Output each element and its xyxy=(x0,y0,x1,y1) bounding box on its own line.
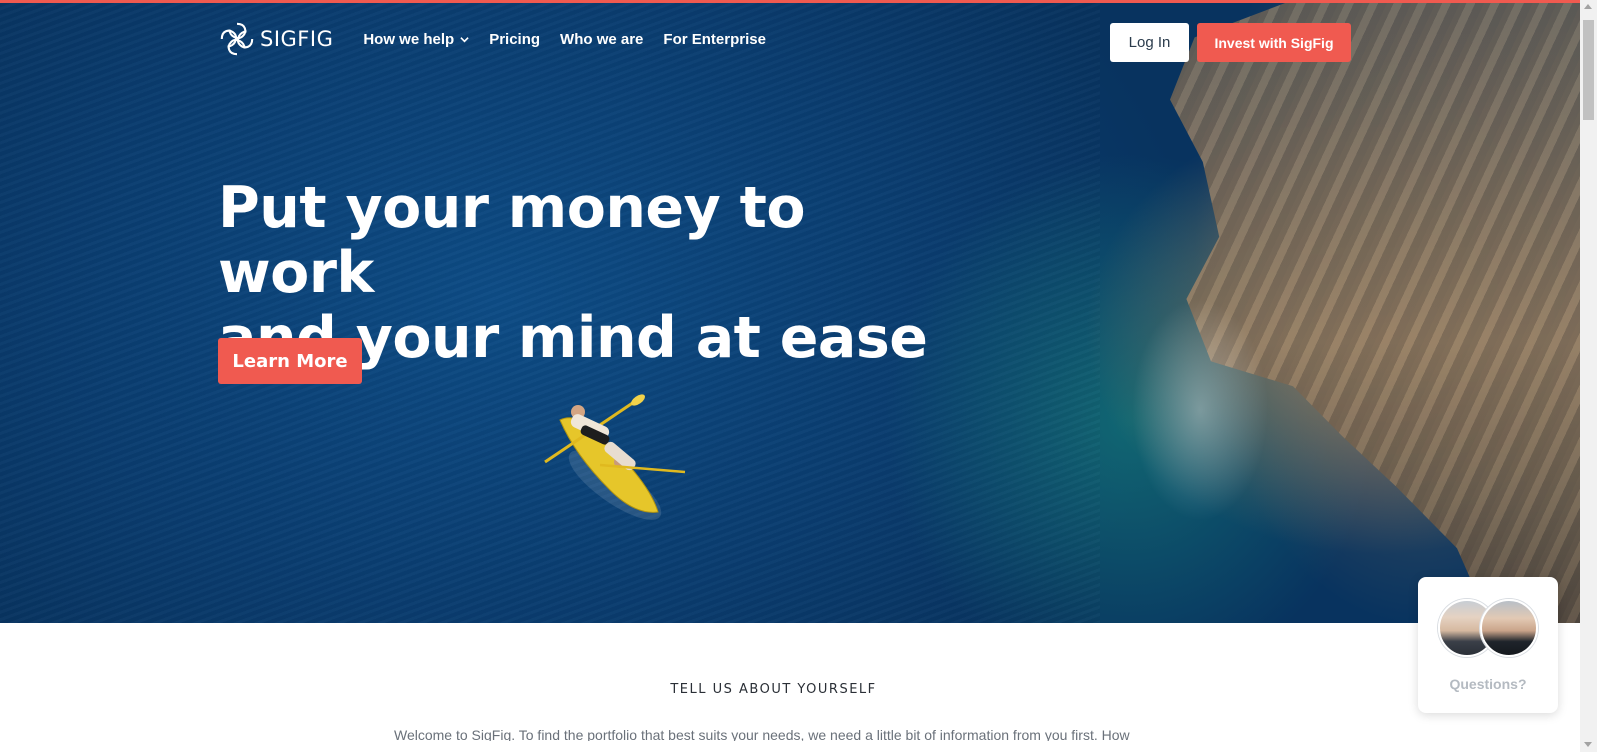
nav-pricing[interactable]: Pricing xyxy=(489,31,540,48)
section-title: TELL US ABOUT YOURSELF xyxy=(670,682,877,697)
advisor-avatar xyxy=(1480,599,1538,657)
chevron-down-icon xyxy=(460,36,469,42)
hero-headline-line1: Put your money to work xyxy=(218,175,806,306)
chat-widget[interactable]: Questions? xyxy=(1418,577,1558,713)
chat-label: Questions? xyxy=(1449,676,1527,692)
nav-for-enterprise[interactable]: For Enterprise xyxy=(663,31,766,48)
sigfig-logo-icon xyxy=(220,22,254,56)
nav-who-we-are[interactable]: Who we are xyxy=(560,31,643,48)
scroll-down-arrow-icon[interactable] xyxy=(1584,742,1592,747)
invest-button[interactable]: Invest with SigFig xyxy=(1197,23,1351,62)
nav-how-we-help[interactable]: How we help xyxy=(363,31,469,48)
intro-paragraph-text: Welcome to SigFig. To find the portfolio… xyxy=(394,727,1130,741)
nav-how-we-help-label: How we help xyxy=(363,30,455,48)
scroll-up-arrow-icon[interactable] xyxy=(1584,4,1592,9)
intro-paragraph: Welcome to SigFig. To find the portfolio… xyxy=(394,727,1194,741)
top-accent-bar xyxy=(0,0,1580,3)
scrollbar-thumb[interactable] xyxy=(1583,20,1594,120)
kayak-image xyxy=(544,394,686,520)
brand-name: SIGFIG xyxy=(260,27,334,51)
learn-more-button[interactable]: Learn More xyxy=(218,338,362,384)
login-button[interactable]: Log In xyxy=(1110,23,1189,62)
brand-logo[interactable]: SIGFIG xyxy=(218,20,333,58)
sea-foam xyxy=(1120,280,1280,540)
top-navigation: SIGFIG How we help Pricing Who we are Fo… xyxy=(218,18,786,60)
